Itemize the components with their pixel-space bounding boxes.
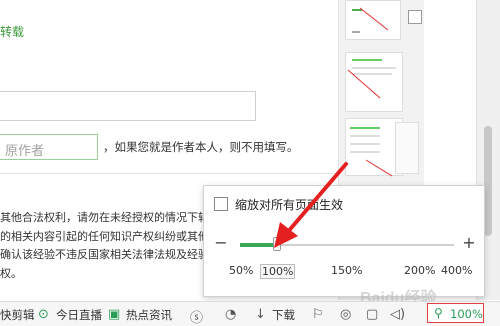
zoom-tick-50[interactable]: 50% — [229, 264, 253, 277]
flag-icon[interactable]: ⚐ — [312, 307, 324, 322]
description-textarea[interactable] — [0, 91, 256, 121]
zoom-value: 100% — [450, 307, 483, 321]
scrollbar-thumb[interactable] — [484, 126, 492, 236]
legal-line: 权。 — [0, 266, 22, 280]
zoom-tick-150[interactable]: 150% — [331, 264, 362, 277]
play-circle-icon: ⊙ — [38, 307, 49, 322]
annotation-arrows — [347, 7, 393, 177]
circle-icon[interactable]: ◔ — [225, 307, 236, 322]
download-arrow-icon: ↓ — [255, 307, 266, 322]
zoom-tick-400[interactable]: 400% — [441, 264, 472, 277]
zoom-in-button[interactable]: + — [462, 233, 476, 252]
zoom-button[interactable]: ⚲ 100% — [427, 303, 484, 323]
annotation-arrow — [274, 162, 348, 248]
speaker-icon[interactable]: ◁) — [390, 307, 405, 322]
zoom-out-button[interactable]: − — [214, 233, 228, 252]
legal-notice: 其他合法权利，请勿在未经授权的情况下转 的相关内容引起的任何知识产权纠纷或其他 … — [0, 209, 218, 283]
browser-icon[interactable]: ◎ — [340, 307, 351, 322]
zoom-tick-100[interactable]: 100% — [260, 264, 296, 279]
statusbar-item-download[interactable]: 下载 — [272, 307, 295, 323]
swirl-icon[interactable]: ⓢ — [190, 307, 203, 326]
search-zoom-icon: ⚲ — [434, 306, 443, 320]
window-icon[interactable]: ▢ — [366, 307, 378, 322]
statusbar-item-live[interactable]: 今日直播 — [56, 307, 102, 323]
legal-line: 其他合法权利，请勿在未经授权的情况下转 — [0, 211, 209, 224]
statusbar-item-kuaijianji[interactable]: 快剪辑 — [0, 307, 35, 323]
author-placeholder: 原作者 — [5, 144, 45, 159]
statusbar-item-news[interactable]: 热点资讯 — [126, 307, 172, 323]
apply-all-pages-checkbox[interactable] — [214, 197, 228, 211]
author-input[interactable]: 原作者 — [0, 134, 98, 160]
legal-line: 的相关内容引起的任何知识产权纠纷或其他 — [0, 229, 209, 243]
repost-label[interactable]: 转载 — [0, 23, 24, 40]
zoom-tick-200[interactable]: 200% — [404, 264, 435, 277]
status-bar: 快剪辑 ⊙ 今日直播 ▣ 热点资讯 ⓢ ◔ ↓ 下载 ⚐ ◎ ▢ ◁) — [0, 301, 500, 326]
author-hint: ，如果您就是作者本人，则不用填写。 — [103, 140, 299, 154]
news-icon: ▣ — [108, 307, 121, 322]
legal-line: 确认该经验不违反国家相关法律法规及经验 — [0, 248, 209, 261]
